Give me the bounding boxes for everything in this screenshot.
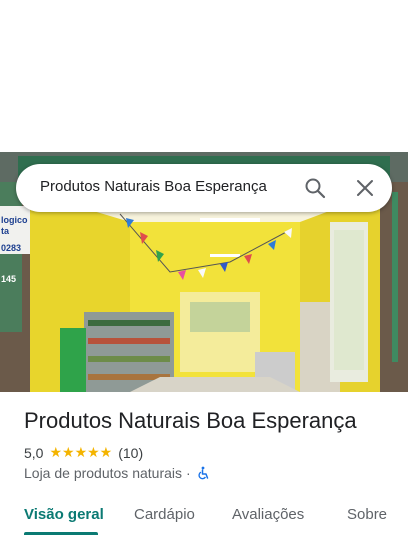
left-sign-line-4: 145 bbox=[1, 274, 16, 284]
rating-row[interactable]: 5,0 ★★★★★ (10) bbox=[24, 444, 143, 461]
place-tabs: Visão geral Cardápio Avaliações Sobre bbox=[0, 496, 408, 544]
left-sign-line-3: 0283 bbox=[1, 243, 21, 253]
category-separator: · bbox=[186, 465, 191, 481]
tab-reviews[interactable]: Avaliações bbox=[232, 506, 304, 523]
tab-about[interactable]: Sobre bbox=[347, 506, 387, 523]
active-tab-indicator bbox=[24, 532, 98, 535]
left-sign-line-1: logico bbox=[1, 215, 28, 225]
place-title: Produtos Naturais Boa Esperança bbox=[24, 408, 357, 433]
tab-menu[interactable]: Cardápio bbox=[134, 506, 195, 523]
rating-value: 5,0 bbox=[24, 444, 44, 461]
review-count[interactable]: (10) bbox=[118, 445, 143, 461]
search-bar[interactable]: Produtos Naturais Boa Esperança bbox=[16, 164, 392, 212]
search-icon[interactable] bbox=[303, 176, 327, 200]
wheelchair-accessible-icon bbox=[196, 466, 210, 480]
tab-overview[interactable]: Visão geral bbox=[24, 506, 104, 523]
place-category: Loja de produtos naturais bbox=[24, 465, 182, 481]
search-query[interactable]: Produtos Naturais Boa Esperança bbox=[40, 178, 267, 195]
category-row: Loja de produtos naturais · bbox=[24, 465, 210, 481]
rating-stars: ★★★★★ bbox=[49, 444, 113, 460]
left-sign-line-2: ta bbox=[1, 226, 10, 236]
close-icon[interactable] bbox=[353, 176, 377, 200]
map-blank-area bbox=[0, 0, 408, 152]
